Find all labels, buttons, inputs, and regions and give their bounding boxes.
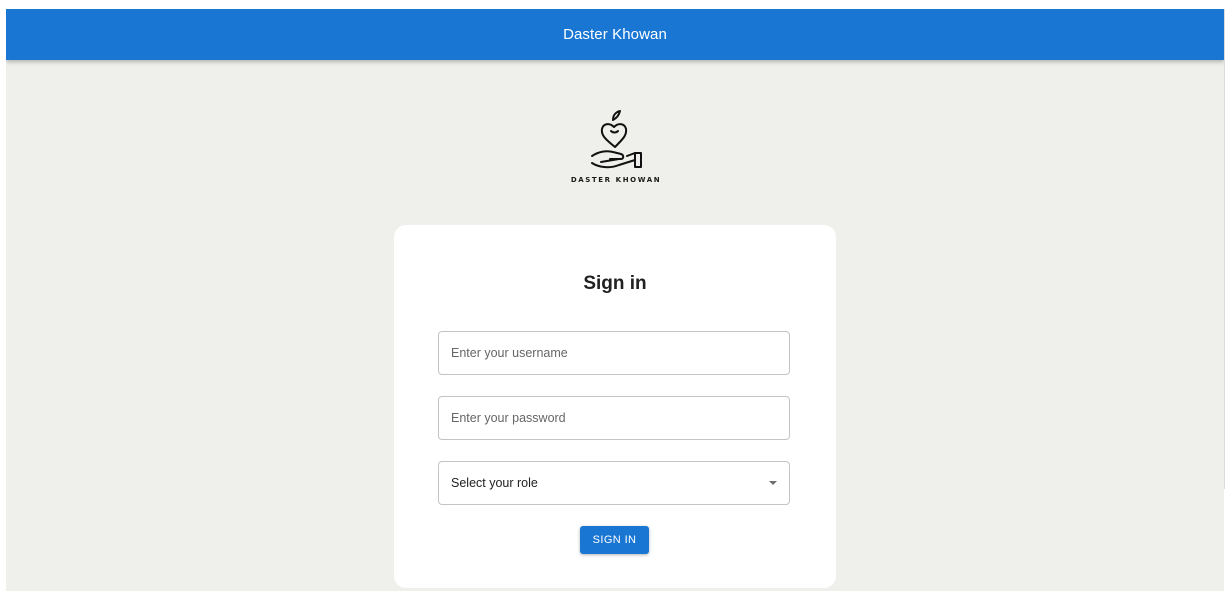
signin-card: Sign in Select your role SIGN IN xyxy=(394,225,836,588)
heart-in-hand-icon xyxy=(591,110,642,169)
role-select[interactable]: Select your role xyxy=(438,461,790,505)
username-input[interactable] xyxy=(439,332,789,374)
app-root: Daster Khowan DASTER KHOWAN Sign in Ente… xyxy=(6,9,1224,591)
username-field xyxy=(438,331,790,375)
brand-logo-text: DASTER KHOWAN xyxy=(570,176,662,184)
password-input[interactable] xyxy=(439,397,789,439)
brand-logo: DASTER KHOWAN xyxy=(561,103,671,193)
password-field xyxy=(438,396,790,440)
role-select-value: Select your role xyxy=(451,476,538,490)
caret-down-icon xyxy=(769,481,777,485)
app-bar: Daster Khowan xyxy=(6,9,1224,60)
window-edge-divider xyxy=(1224,9,1225,489)
signin-title: Sign in xyxy=(583,273,647,294)
sign-in-button[interactable]: SIGN IN xyxy=(580,526,649,554)
app-title: Daster Khowan xyxy=(563,26,667,43)
